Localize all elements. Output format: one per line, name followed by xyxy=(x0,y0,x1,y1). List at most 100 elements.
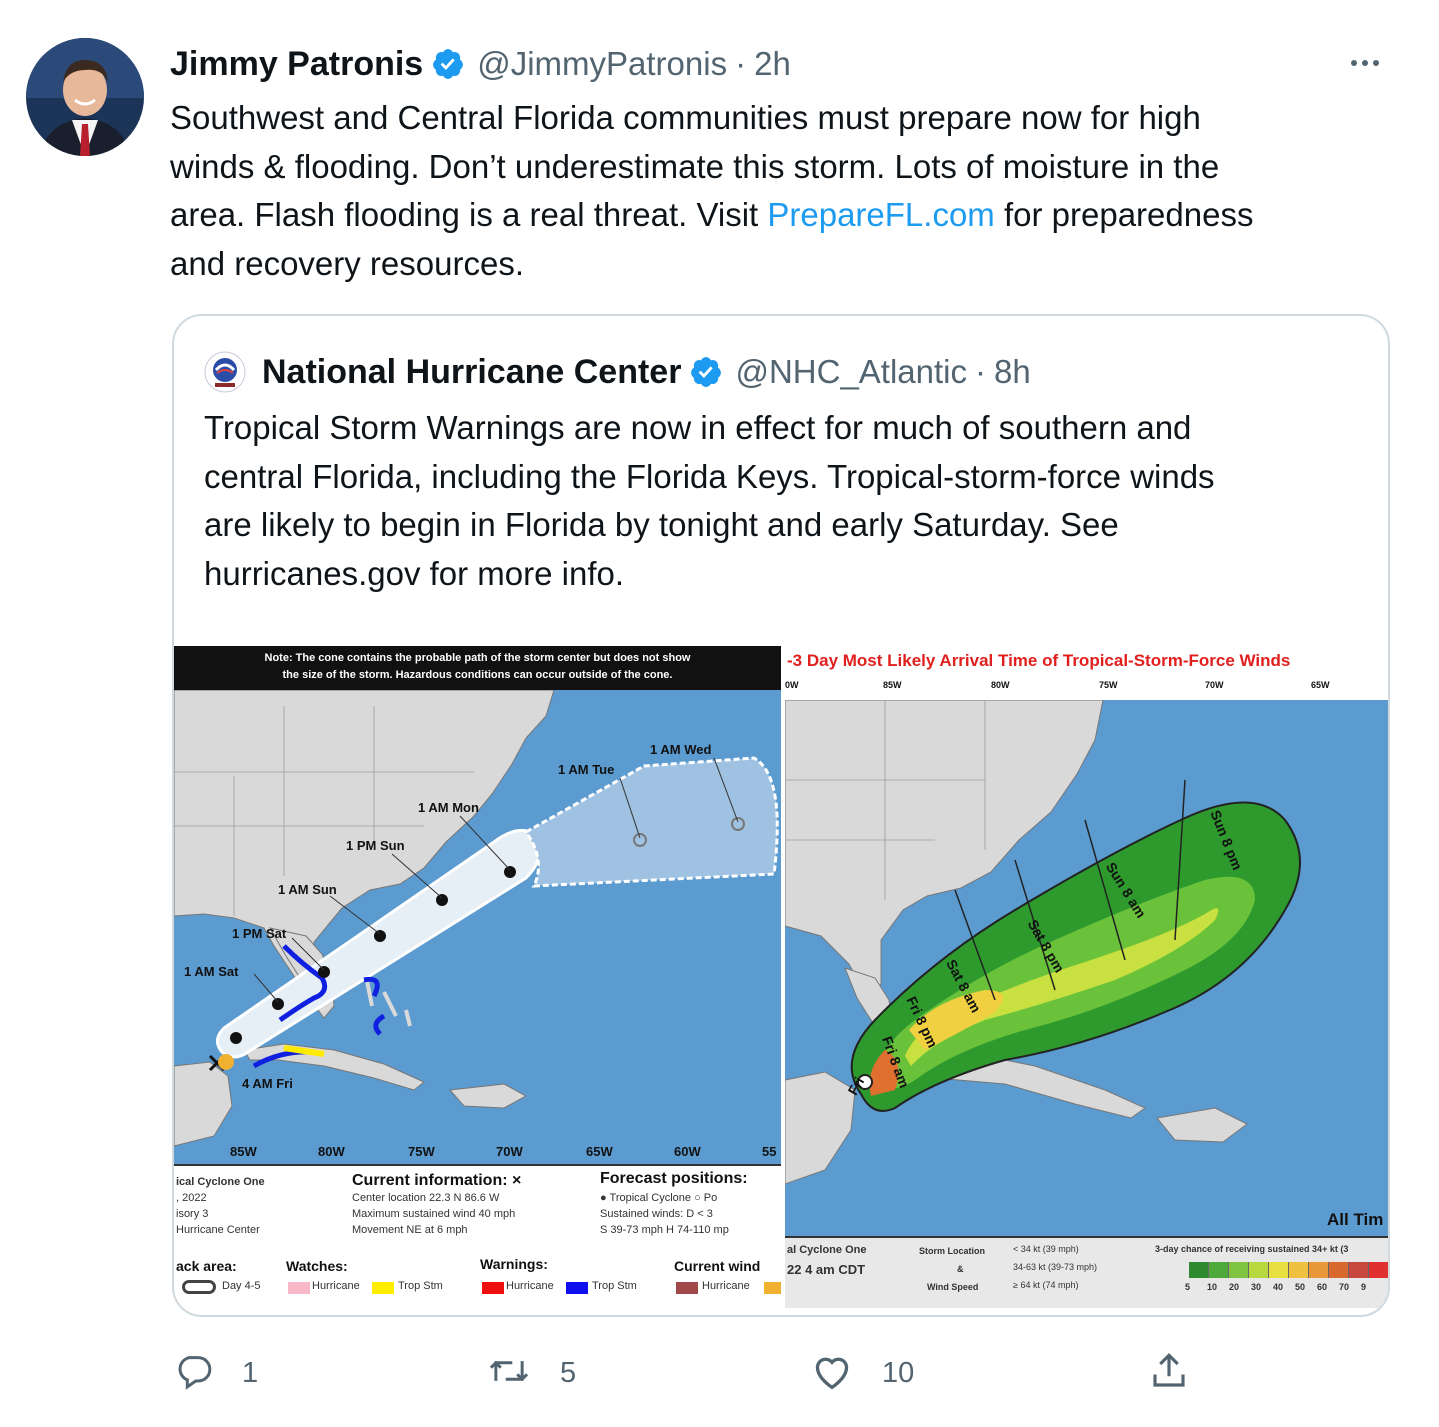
quoted-author-name[interactable]: National Hurricane Center xyxy=(262,353,681,392)
scale-label: 60 xyxy=(1317,1282,1328,1292)
legend-current-wind: Current wind xyxy=(674,1258,761,1274)
scale-swatch xyxy=(1369,1262,1388,1278)
legend-center: Hurricane Center xyxy=(176,1224,260,1236)
track-label: 1 AM Sun xyxy=(278,882,337,897)
reply-count: 1 xyxy=(242,1356,259,1389)
separator: · xyxy=(735,45,747,82)
retweet-count: 5 xyxy=(560,1356,577,1389)
axis-label: 0W xyxy=(785,680,799,690)
legend-time: 22 4 am CDT xyxy=(787,1262,866,1277)
timestamp[interactable]: 2h xyxy=(754,45,791,83)
legend-chance: 3-day chance of receiving sustained 34+ … xyxy=(1155,1244,1349,1254)
legend-wind-speed: Wind Speed xyxy=(927,1282,979,1292)
legend-forecast-title: Forecast positions: xyxy=(600,1170,748,1187)
cone-note-line: Note: The cone contains the probable pat… xyxy=(264,652,691,664)
scale-swatch xyxy=(1289,1262,1309,1278)
like-icon xyxy=(810,1351,854,1396)
legend-forecast-line: ● Tropical Cyclone ○ Po xyxy=(600,1192,718,1204)
legend-and: & xyxy=(957,1264,964,1274)
day45-swatch xyxy=(182,1280,216,1294)
scale-label: 20 xyxy=(1229,1282,1240,1292)
tweet-line: and recovery resources. xyxy=(170,244,524,282)
author-handle[interactable]: @JimmyPatronis xyxy=(477,45,727,83)
more-options-icon[interactable] xyxy=(1345,48,1385,78)
track-label: 1 PM Sun xyxy=(346,838,405,853)
legend-day45: Day 4-5 xyxy=(222,1280,261,1292)
quoted-handle[interactable]: @NHC_Atlantic xyxy=(735,353,967,391)
author-name[interactable]: Jimmy Patronis xyxy=(170,45,423,84)
axis-label: 55 xyxy=(762,1144,777,1159)
arrival-map-ticks: 0W 85W 80W 75W 70W 65W xyxy=(785,676,1388,700)
axis-label: 75W xyxy=(408,1144,435,1159)
track-label: 1 AM Wed xyxy=(650,742,712,757)
track-label: 1 AM Sat xyxy=(184,964,239,979)
current-wind-swatch xyxy=(676,1282,698,1294)
scale-swatch xyxy=(1229,1262,1249,1278)
legend-watches: Watches: xyxy=(286,1258,348,1274)
tropstm-watch-swatch xyxy=(372,1282,394,1294)
legend-track-area: ack area: xyxy=(176,1258,237,1274)
legend-advisory: isory 3 xyxy=(176,1208,209,1220)
tweet-actions: 1 5 10 xyxy=(170,1346,1400,1400)
axis-label: 60W xyxy=(674,1144,701,1159)
legend-wind-line: 34-63 kt (39-73 mph) xyxy=(1013,1262,1098,1272)
arrival-time-map-image[interactable]: -3 Day Most Likely Arrival Time of Tropi… xyxy=(785,646,1388,1308)
legend-current-line: Maximum sustained wind 40 mph xyxy=(352,1208,516,1220)
legend-current-line: Movement NE at 6 mph xyxy=(352,1224,468,1236)
preparefl-link[interactable]: PrepareFL.com xyxy=(767,196,994,233)
hurricane-watch-swatch xyxy=(288,1282,310,1294)
legend-hurricane: Hurricane xyxy=(506,1280,554,1292)
tweet-line: winds & flooding. Don’t underestimate th… xyxy=(170,147,1220,185)
quoted-tweet[interactable]: National Hurricane Center @NHC_Atlantic … xyxy=(172,314,1390,1317)
scale-swatch xyxy=(1309,1262,1329,1278)
quoted-header: National Hurricane Center @NHC_Atlantic … xyxy=(204,346,1031,398)
scale-swatch xyxy=(1249,1262,1269,1278)
axis-label: 70W xyxy=(1205,680,1224,690)
cone-map-image[interactable]: Note: The cone contains the probable pat… xyxy=(174,646,781,1308)
axis-label: 80W xyxy=(991,680,1010,690)
retweet-icon xyxy=(486,1351,532,1396)
quoted-line: central Florida, including the Florida K… xyxy=(204,457,1215,495)
cone-note: Note: The cone contains the probable pat… xyxy=(174,646,781,690)
axis-label: 75W xyxy=(1099,680,1118,690)
legend-storm-name: ical Cyclone One xyxy=(176,1176,265,1188)
scale-swatch xyxy=(1349,1262,1369,1278)
tweet-line-text: for preparedness xyxy=(994,196,1254,233)
scale-label: 30 xyxy=(1251,1282,1262,1292)
cone-legend: ical Cyclone One , 2022 isory 3 Hurrican… xyxy=(174,1164,781,1308)
legend-forecast-line: Sustained winds: D < 3 xyxy=(600,1208,713,1220)
current-tropstm-swatch xyxy=(764,1282,781,1294)
quoted-timestamp[interactable]: 8h xyxy=(994,353,1031,391)
scale-swatch xyxy=(1269,1262,1289,1278)
avatar[interactable] xyxy=(26,38,144,156)
share-button[interactable] xyxy=(1148,1346,1190,1400)
tweet-line: Southwest and Central Florida communitie… xyxy=(170,99,1201,136)
scale-swatch xyxy=(1189,1262,1209,1278)
scale-swatch xyxy=(1329,1262,1349,1278)
retweet-button[interactable]: 5 xyxy=(486,1346,576,1400)
separator: · xyxy=(975,353,987,390)
share-icon xyxy=(1148,1350,1190,1397)
track-label: 1 PM Sat xyxy=(232,926,287,941)
legend-warnings: Warnings: xyxy=(480,1256,548,1272)
nhc-logo-icon xyxy=(204,351,246,393)
arrival-map-title: -3 Day Most Likely Arrival Time of Tropi… xyxy=(787,651,1291,670)
legend-hurricane: Hurricane xyxy=(702,1280,750,1292)
cone-note-line: the size of the storm. Hazardous conditi… xyxy=(282,669,673,681)
scale-label: 9 xyxy=(1361,1282,1367,1292)
legend-storm-location: Storm Location xyxy=(919,1246,986,1256)
legend-storm: al Cyclone One xyxy=(787,1244,867,1256)
reply-button[interactable]: 1 xyxy=(174,1346,258,1400)
tweet-line: area. Flash flooding is a real threat. V… xyxy=(170,191,1380,240)
scale-swatch xyxy=(1209,1262,1229,1278)
like-button[interactable]: 10 xyxy=(810,1346,914,1400)
axis-label: 85W xyxy=(883,680,902,690)
legend-wind-line: < 34 kt (39 mph) xyxy=(1013,1244,1079,1254)
arrival-legend: al Cyclone One 22 4 am CDT Storm Locatio… xyxy=(785,1236,1388,1308)
verified-badge-icon xyxy=(431,47,465,81)
reply-icon xyxy=(174,1351,214,1396)
quoted-line: hurricanes.gov for more info. xyxy=(204,554,625,592)
track-label: 1 AM Tue xyxy=(558,762,615,777)
tweet-text: Southwest and Central Florida communitie… xyxy=(170,94,1380,288)
quoted-line: Tropical Storm Warnings are now in effec… xyxy=(204,409,1192,446)
